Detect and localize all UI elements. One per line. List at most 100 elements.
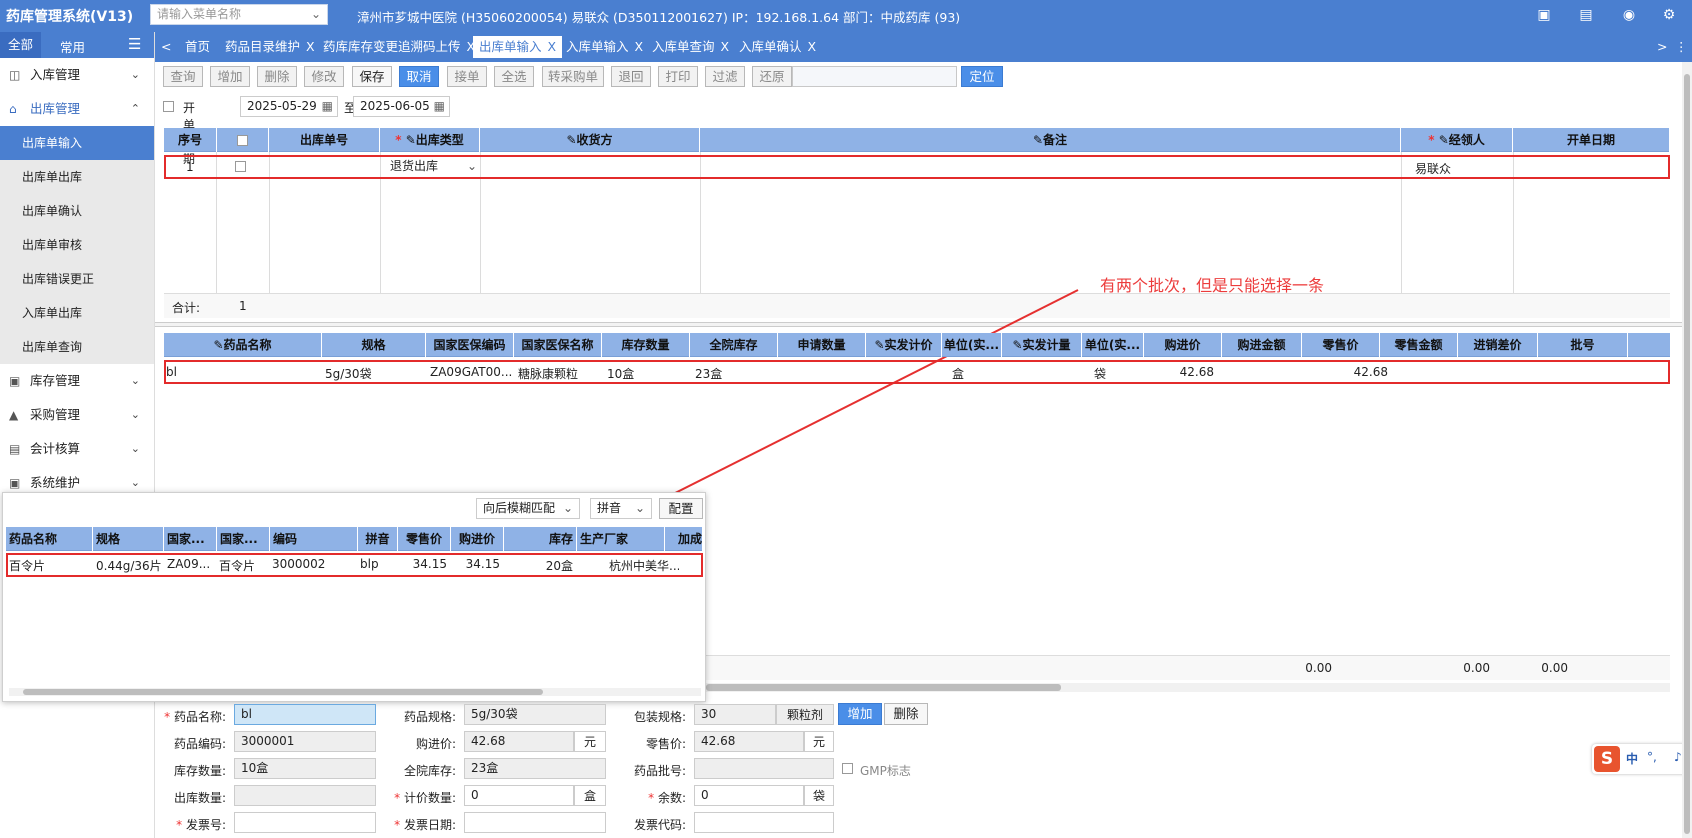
package-unit: 颗粒剂 [776, 704, 834, 725]
invoice-date-label: * 发票日期: [394, 818, 456, 832]
stock-qty-label: 库存数量: [173, 764, 226, 778]
col-stock-qty: 库存数量 [602, 333, 690, 357]
add-detail-button[interactable]: 增加 [838, 703, 882, 725]
col-insurance-name: 国家医保名称 [514, 333, 602, 357]
page-vscrollbar[interactable] [1682, 62, 1692, 838]
hospital-stock-field[interactable]: 23盒 [464, 758, 606, 779]
input-mode-value: 拼音 [597, 501, 622, 515]
total-purchase-amount: 0.00 [1305, 661, 1332, 675]
purchase-price-unit: 元 [574, 731, 606, 752]
batch-label: 药品批号: [633, 764, 686, 778]
col-pinyin: 拼音 [358, 527, 398, 551]
hospital-stock-label: 全院库存: [403, 764, 456, 778]
remainder-input[interactable]: 0 [694, 785, 804, 806]
purchase-price-label: 购进价: [415, 737, 456, 751]
col-markup: 加成 [665, 527, 703, 551]
purchase-price-field[interactable]: 42.68 [464, 731, 574, 752]
input-mode-select[interactable]: 拼音 ⌄ [590, 498, 652, 519]
col-spec: 规格 [322, 333, 426, 357]
col-retail-amount: 零售金额 [1380, 333, 1458, 357]
delete-detail-button[interactable]: 删除 [884, 703, 928, 725]
chevron-down-icon: ⌄ [562, 501, 573, 515]
edit-icon: ✎ [1012, 338, 1023, 352]
col-label: 药品名称 [223, 338, 272, 352]
pricing-qty-label: * 计价数量: [394, 791, 456, 805]
drug-name-input[interactable]: bl [234, 704, 376, 725]
drug-name-label: * 药品名称: [164, 710, 226, 724]
config-button[interactable]: 配置 [659, 498, 703, 519]
retail-price-field[interactable]: 42.68 [694, 731, 804, 752]
col-label: 实发计价 [884, 338, 933, 352]
popup-grid-header: 药品名称 规格 国家... 国家... 编码 拼音 零售价 购进价 库存 生产厂… [6, 527, 703, 551]
out-qty-field[interactable] [234, 785, 376, 806]
drug-select-popup: 向后模糊匹配 ⌄ 拼音 ⌄ 配置 药品名称 规格 国家... 国家... 编码 拼音… [2, 492, 706, 702]
ime-toolbar[interactable]: S 中 °, ♪ [1592, 744, 1692, 774]
highlight-box [6, 553, 703, 577]
microphone-icon: ♪ [1674, 750, 1682, 764]
col-hospital-stock: 全院库存 [690, 333, 778, 357]
col-diff: 进销差价 [1458, 333, 1538, 357]
col-code: 编码 [270, 527, 358, 551]
col-request-qty: 申请数量 [778, 333, 866, 357]
code-field[interactable]: 3000001 [234, 731, 376, 752]
invoice-code-label: 发票代码: [633, 818, 686, 832]
scrollbar-thumb[interactable] [706, 684, 1061, 691]
ime-logo-icon: S [1594, 746, 1620, 772]
edit-icon: ✎ [874, 338, 885, 352]
col-measure: ✎实发计量 [1002, 333, 1082, 357]
invoice-date-input[interactable] [464, 812, 606, 833]
col-purchase-price: 购进价 [1144, 333, 1222, 357]
col-retail-price: 零售价 [1302, 333, 1380, 357]
code-label: 药品编码: [173, 737, 226, 751]
retail-price-label: 零售价: [645, 737, 686, 751]
col-unit-1: 单位(实... [942, 333, 1002, 357]
retail-price-unit: 元 [804, 731, 834, 752]
col-label: 实发计量 [1022, 338, 1071, 352]
spec-label: 药品规格: [403, 710, 456, 724]
total-retail-amount: 0.00 [1463, 661, 1490, 675]
col-spec: 规格 [93, 527, 164, 551]
chevron-down-icon: ⌄ [634, 501, 645, 515]
pricing-qty-input[interactable]: 0 [464, 785, 574, 806]
invoice-code-input[interactable] [694, 812, 834, 833]
gmp-checkbox[interactable] [842, 763, 853, 774]
stock-qty-field[interactable]: 10盒 [234, 758, 376, 779]
gmp-label: GMP标志 [860, 764, 911, 778]
ime-punct-label: °, [1647, 750, 1657, 764]
col-purchase-price: 购进价 [451, 527, 504, 551]
col-unit-2: 单位(实... [1082, 333, 1144, 357]
package-field[interactable]: 30 [694, 704, 776, 725]
invoice-no-input[interactable] [234, 812, 376, 833]
match-mode-select[interactable]: 向后模糊匹配 ⌄ [476, 498, 580, 519]
total-diff: 0.00 [1541, 661, 1568, 675]
col-stock: 库存 [504, 527, 577, 551]
edit-icon: ✎ [213, 338, 224, 352]
detail-grid-header: ✎药品名称 规格 国家医保编码 国家医保名称 库存数量 全院库存 申请数量 ✎实… [164, 333, 1670, 357]
detail-grid-total: 0.00 0.00 0.00 [706, 655, 1670, 680]
col-insurance-code: 国家医保编码 [426, 333, 514, 357]
spec-field[interactable]: 5g/30袋 [464, 704, 606, 725]
col-retail-price: 零售价 [398, 527, 451, 551]
scrollbar-thumb[interactable] [1684, 74, 1690, 834]
col-insurance-name: 国家... [217, 527, 270, 551]
detail-hscrollbar[interactable] [706, 683, 1670, 692]
match-mode-value: 向后模糊匹配 [483, 501, 556, 515]
ime-mode-label: 中 [1626, 752, 1639, 766]
remainder-unit: 袋 [804, 785, 834, 806]
popup-hscrollbar[interactable] [9, 688, 701, 696]
highlight-box [164, 360, 1670, 384]
remainder-label: * 余数: [648, 791, 686, 805]
col-batch: 批号 [1538, 333, 1628, 357]
pricing-qty-unit: 盒 [574, 785, 606, 806]
col-purchase-amount: 购进金额 [1222, 333, 1302, 357]
scrollbar-thumb[interactable] [23, 689, 543, 695]
package-label: 包装规格: [633, 710, 686, 724]
out-qty-label: 出库数量: [173, 791, 226, 805]
invoice-no-label: * 发票号: [176, 818, 226, 832]
col-pricing: ✎实发计价 [866, 333, 942, 357]
col-drug-name: ✎药品名称 [164, 333, 322, 357]
col-insurance-code: 国家... [164, 527, 217, 551]
col-manufacturer: 生产厂家 [577, 527, 665, 551]
col-drug-name: 药品名称 [6, 527, 93, 551]
batch-field[interactable] [694, 758, 834, 779]
